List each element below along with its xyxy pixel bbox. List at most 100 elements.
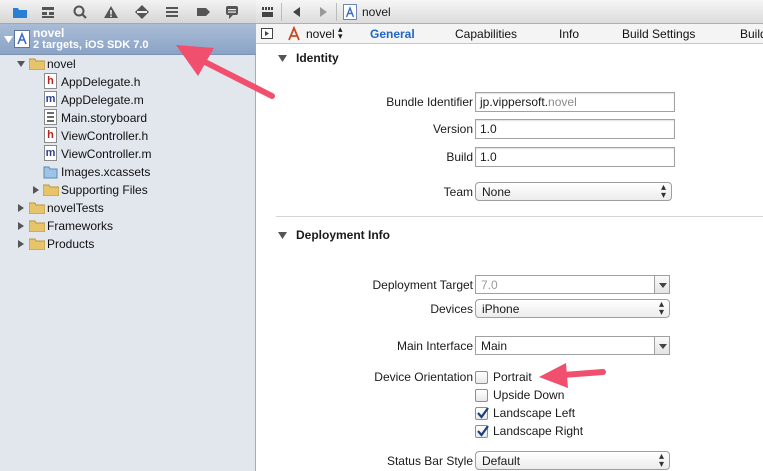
xcode-project-icon [343,4,357,20]
checkmark-icon [477,425,489,437]
deployment-target-combo[interactable]: 7.0 [475,275,670,294]
target-selector[interactable]: novel [306,27,335,41]
identity-section-header[interactable]: Identity [256,49,763,69]
tree-file-main-storyboard[interactable]: Main.storyboard [0,109,256,127]
folder-icon[interactable] [12,4,28,20]
tree-folder-supporting-files[interactable]: Supporting Files [0,181,256,199]
popup-arrows-icon: ▴ ▾ [660,182,666,201]
tree-file-appdelegate-m[interactable]: m AppDelegate.m [0,91,256,109]
disclosure-open-icon[interactable] [278,232,287,240]
tree-item-label: AppDelegate.h [61,75,141,89]
tab-build-settings[interactable]: Build Settings [622,27,695,41]
tab-capabilities[interactable]: Capabilities [455,27,517,41]
project-row[interactable]: novel 2 targets, iOS SDK 7.0 [0,24,256,55]
checkbox-label: Landscape Right [493,424,584,438]
deployment-target-value: 7.0 [481,278,498,292]
main-interface-combo[interactable]: Main [475,336,670,355]
tab-build-phases[interactable]: Build [740,27,763,41]
bundle-identifier-field[interactable]: jp.vippersoft.novel [475,92,675,112]
disclosure-open-icon[interactable] [278,55,287,63]
tree-folder-products[interactable]: Products [0,235,256,253]
folder-icon [29,58,45,70]
navigator-toolbar [0,0,256,24]
section-divider [276,216,763,217]
tree-item-label: AppDelegate.m [61,93,144,107]
jumpbar-crumb[interactable]: novel [362,5,391,19]
version-field[interactable]: 1.0 [475,119,675,139]
main-interface-label: Main Interface [396,339,473,353]
devices-popup[interactable]: iPhone ▴ ▾ [475,299,670,318]
upside-down-checkbox[interactable] [475,389,488,402]
team-label: Team [443,185,473,199]
tree-item-label: Main.storyboard [61,111,148,125]
tree-folder-frameworks[interactable]: Frameworks [0,217,256,235]
main-interface-value: Main [481,339,508,353]
build-label: Build [446,150,473,164]
device-orientation-label: Device Orientation [374,370,473,384]
folder-icon [43,184,59,196]
tree-item-label: Frameworks [47,219,114,233]
tab-info[interactable]: Info [559,27,579,41]
jump-bar: novel [256,0,763,24]
editor-tab-bar: novel ▴ ▾ General Capabilities Info Build… [256,24,763,44]
landscape-left-checkbox[interactable] [475,407,489,420]
bundle-id-suffix: novel [548,95,577,109]
folder-icon [29,238,45,250]
tree-file-viewcontroller-m[interactable]: m ViewController.m [0,145,256,163]
devices-label: Devices [430,302,473,316]
devices-value: iPhone [482,302,520,316]
app-target-icon [288,26,300,41]
forward-arrow-icon[interactable] [318,7,328,17]
stepper-arrows-icon[interactable]: ▴ ▾ [338,25,343,41]
implementation-file-icon: m [44,91,57,107]
tree-item-label: ViewController.h [61,129,149,143]
tab-general[interactable]: General [370,27,415,41]
warning-icon[interactable] [103,4,119,20]
tree-item-label: Images.xcassets [61,165,151,179]
status-bar-style-label: Status Bar Style [386,454,473,468]
diamond-icon[interactable] [134,4,150,20]
landscape-right-checkbox[interactable] [475,425,489,438]
show-targets-icon[interactable] [261,28,273,39]
breakpoint-icon[interactable] [195,4,211,20]
team-value: None [482,185,511,199]
general-settings-pane: Identity Bundle Identifier jp.vippersoft… [256,45,763,471]
disclosure-closed-icon[interactable] [16,239,26,249]
dropdown-arrow-icon[interactable] [654,276,669,293]
portrait-checkbox[interactable] [475,371,488,384]
project-name: novel [33,26,65,40]
project-subtitle: 2 targets, iOS SDK 7.0 [33,39,149,51]
project-navigator: novel 2 targets, iOS SDK 7.0 novel h App… [0,0,256,471]
build-field[interactable]: 1.0 [475,147,675,167]
popup-arrows-icon: ▴ ▾ [658,299,664,318]
xcode-project-icon [14,30,30,48]
folder-icon [29,202,45,214]
log-icon[interactable] [224,4,240,20]
deployment-info-section-header[interactable]: Deployment Info [256,226,763,246]
disclosure-open-icon[interactable] [4,35,13,44]
team-popup[interactable]: None ▴ ▾ [475,182,672,201]
disclosure-closed-icon[interactable] [16,221,26,231]
bundle-id-prefix: jp.vippersoft. [480,95,549,109]
disclosure-open-icon[interactable] [16,59,26,69]
hierarchy-icon[interactable] [40,4,56,20]
checkbox-label: Landscape Left [493,406,576,420]
search-icon[interactable] [72,4,88,20]
status-bar-style-popup[interactable]: Default ▴ ▾ [475,451,670,470]
tree-file-viewcontroller-h[interactable]: h ViewController.h [0,127,256,145]
dropdown-arrow-icon[interactable] [654,337,669,354]
disclosure-closed-icon[interactable] [31,185,41,195]
back-arrow-icon[interactable] [292,7,302,17]
list-icon[interactable] [164,4,180,20]
status-bar-style-value: Default [482,454,521,468]
tree-folder-novel[interactable]: novel [0,55,256,73]
tree-item-label: novel [47,57,76,71]
tree-folder-noveltests[interactable]: novelTests [0,199,256,217]
tree-file-images-xcassets[interactable]: Images.xcassets [0,163,256,181]
checkbox-label: Upside Down [493,388,565,402]
section-title: Identity [296,51,339,65]
section-title: Deployment Info [296,228,391,242]
disclosure-closed-icon[interactable] [16,203,26,213]
related-items-icon[interactable] [262,6,274,18]
tree-file-appdelegate-h[interactable]: h AppDelegate.h [0,73,256,91]
